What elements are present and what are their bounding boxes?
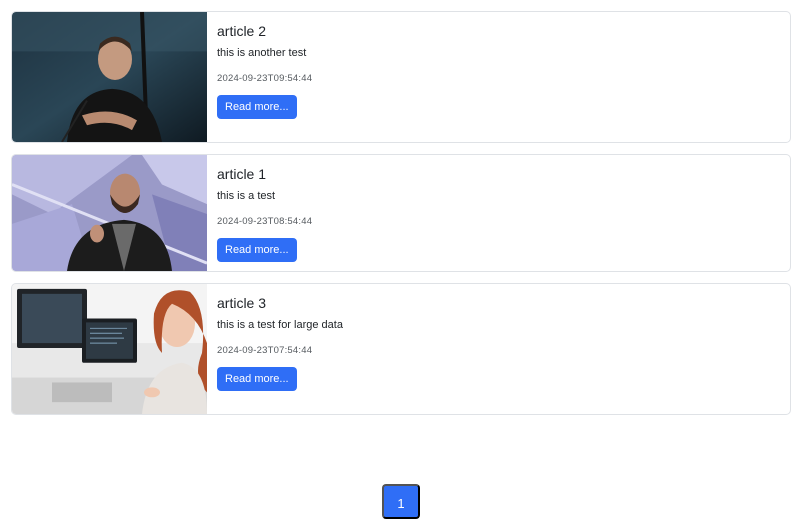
article-card: article 3 this is a test for large data … [11, 283, 791, 415]
article-thumbnail [12, 284, 207, 414]
article-image [12, 284, 207, 414]
article-card: article 1 this is a test 2024-09-23T08:5… [11, 154, 791, 272]
article-date: 2024-09-23T07:54:44 [217, 345, 313, 356]
read-more-button[interactable]: Read more... [217, 95, 297, 119]
article-text: this is a test for large data [217, 319, 343, 331]
article-thumbnail [12, 12, 207, 142]
article-card: article 2 this is another test 2024-09-2… [11, 11, 791, 143]
read-more-button[interactable]: Read more... [217, 367, 297, 391]
read-more-button[interactable]: Read more... [217, 238, 297, 262]
article-title: article 3 [217, 295, 267, 311]
article-text: this is a test [217, 190, 276, 202]
pagination-page-button[interactable]: 1 [382, 484, 420, 519]
article-date: 2024-09-23T09:54:44 [217, 73, 313, 84]
article-date: 2024-09-23T08:54:44 [217, 216, 313, 227]
article-list: article 2 this is another test 2024-09-2… [11, 11, 791, 415]
article-thumbnail [12, 155, 207, 271]
article-title: article 2 [217, 23, 267, 39]
article-text: this is another test [217, 47, 307, 59]
article-image [12, 155, 207, 271]
article-title: article 1 [217, 166, 267, 182]
article-image [12, 12, 207, 142]
